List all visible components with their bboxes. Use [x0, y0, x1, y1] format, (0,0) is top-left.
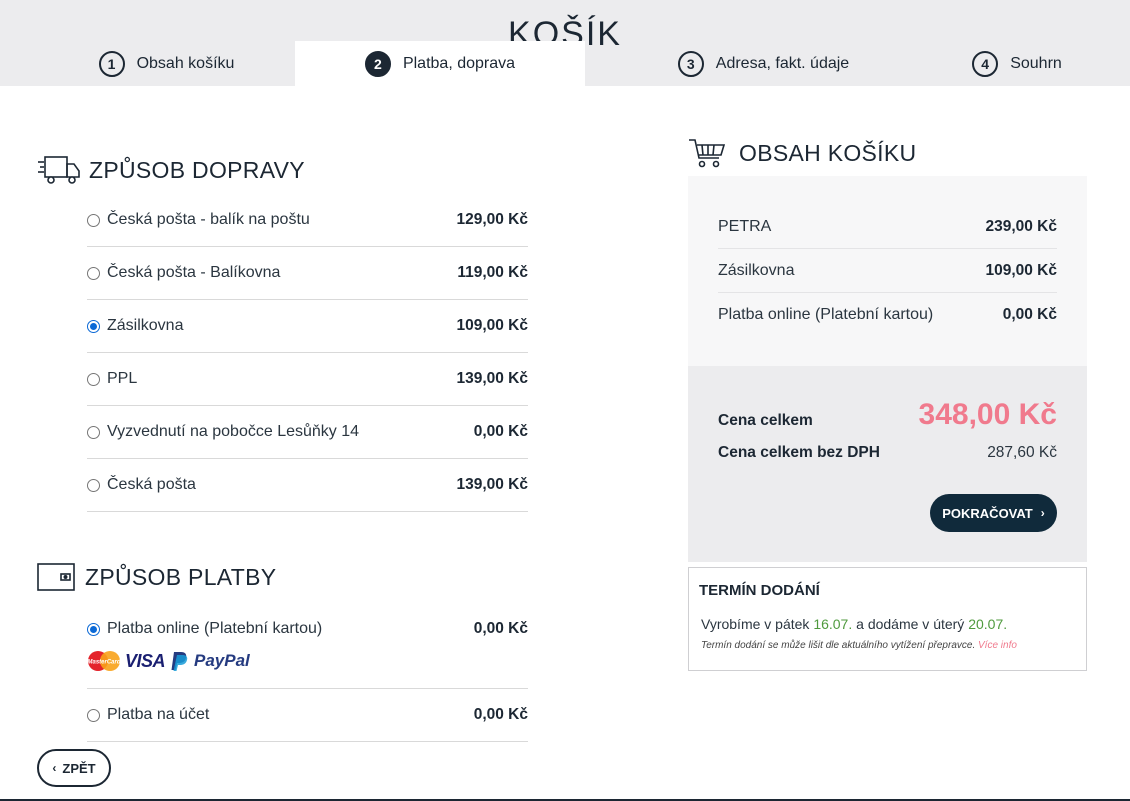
- option-label: Česká pošta: [107, 476, 196, 493]
- option-price: 139,00 Kč: [456, 476, 528, 493]
- delivery-note-text: Termín dodání se může lišit dle aktuální…: [701, 640, 978, 651]
- shopping-cart-icon: [689, 139, 726, 168]
- cart-heading: OBSAH KOŠÍKU: [688, 137, 916, 169]
- continue-button[interactable]: POKRAČOVAT ›: [930, 494, 1057, 532]
- option-price: 129,00 Kč: [456, 211, 528, 228]
- mastercard-logo-text: MasterCard: [87, 660, 120, 666]
- option-price: 109,00 Kč: [456, 317, 528, 334]
- step-number: 2: [364, 51, 391, 77]
- delivery-truck-icon: [38, 156, 80, 184]
- step-label: Platba, doprava: [402, 55, 516, 72]
- step-number: 4: [972, 51, 999, 77]
- paypal-p-icon: [171, 652, 188, 671]
- step-payment-shipping[interactable]: 2 Platba, doprava: [295, 41, 585, 86]
- cart-item: PETRA 239,00 Kč: [718, 205, 1057, 249]
- radio-button[interactable]: [87, 372, 100, 386]
- step-label: Adresa, fakt. údaje: [715, 55, 850, 72]
- delivery-text: a dodáme v úterý: [852, 616, 969, 632]
- cart-totals: Cena celkem 348,00 Kč Cena celkem bez DP…: [688, 366, 1087, 562]
- step-cart-contents[interactable]: 1 Obsah košíku: [38, 41, 295, 86]
- cart-item-label: Platba online (Platební kartou): [718, 306, 934, 323]
- cart-item: Zásilkovna 109,00 Kč: [718, 249, 1057, 293]
- payment-option-selected[interactable]: Platba online (Platební kartou) 0,00 Kč …: [87, 604, 528, 689]
- delivery-date: 20.07.: [968, 616, 1008, 632]
- net-total-label: Cena celkem bez DPH: [718, 444, 880, 461]
- cart-item: Platba online (Platební kartou) 0,00 Kč: [718, 293, 1057, 337]
- payment-options: Platba online (Platební kartou) 0,00 Kč …: [87, 604, 528, 742]
- option-label: Platba online (Platební kartou): [107, 620, 323, 637]
- payment-option[interactable]: Platba na účet 0,00 Kč: [87, 689, 528, 742]
- shipping-option[interactable]: Česká pošta - balík na poštu 129,00 Kč: [87, 194, 528, 247]
- back-button[interactable]: ‹ ZPĚT: [37, 749, 111, 787]
- delivery-text: Vyrobíme v pátek: [701, 616, 814, 632]
- shipping-heading: ZPŮSOB DOPRAVY: [37, 154, 305, 186]
- option-price: 139,00 Kč: [456, 370, 528, 387]
- back-button-label: ZPĚT: [62, 760, 96, 776]
- total-label: Cena celkem: [718, 412, 813, 429]
- option-label: Platba na účet: [107, 706, 210, 723]
- radio-button[interactable]: [87, 213, 100, 227]
- step-number: 1: [98, 51, 125, 77]
- radio-button-checked[interactable]: [87, 319, 100, 333]
- shipping-title: ZPŮSOB DOPRAVY: [89, 156, 305, 183]
- radio-button[interactable]: [87, 266, 100, 280]
- shipping-option-selected[interactable]: Zásilkovna 109,00 Kč: [87, 300, 528, 353]
- option-price: 0,00 Kč: [473, 423, 528, 440]
- cart-summary: PETRA 239,00 Kč Zásilkovna 109,00 Kč Pla…: [688, 176, 1087, 366]
- step-address-billing[interactable]: 3 Adresa, fakt. údaje: [585, 41, 942, 86]
- option-label: PPL: [107, 370, 138, 387]
- step-summary[interactable]: 4 Souhrn: [942, 41, 1092, 86]
- chevron-left-icon: ‹: [52, 761, 57, 775]
- delivery-note: Termín dodání se může lišit dle aktuální…: [701, 640, 1017, 651]
- radio-button-checked[interactable]: [87, 622, 100, 636]
- option-label: Česká pošta - Balíkovna: [107, 264, 281, 281]
- shipping-options: Česká pošta - balík na poštu 129,00 Kč Č…: [87, 194, 528, 512]
- option-price: 119,00 Kč: [457, 264, 528, 281]
- cart-item-price: 109,00 Kč: [985, 261, 1057, 279]
- payment-title: ZPŮSOB PLATBY: [85, 563, 277, 590]
- production-date: 16.07.: [813, 616, 853, 632]
- delivery-term-box: TERMÍN DODÁNÍ Vyrobíme v pátek 16.07. a …: [688, 567, 1087, 671]
- delivery-estimate: Vyrobíme v pátek 16.07. a dodáme v úterý…: [701, 616, 1007, 632]
- more-info-link[interactable]: Více info: [978, 640, 1017, 651]
- step-label: Souhrn: [1010, 55, 1062, 72]
- radio-button[interactable]: [87, 478, 100, 492]
- cart-item-label: Zásilkovna: [718, 261, 795, 279]
- shipping-option[interactable]: Česká pošta 139,00 Kč: [87, 459, 528, 512]
- cart-item-label: PETRA: [718, 217, 772, 235]
- paypal-logo-text: PayPal: [194, 651, 250, 670]
- option-label: Zásilkovna: [107, 317, 184, 334]
- net-total-price: 287,60 Kč: [987, 444, 1057, 461]
- chevron-right-icon: ›: [1040, 506, 1045, 520]
- wallet-icon: [37, 563, 75, 591]
- delivery-title: TERMÍN DODÁNÍ: [699, 582, 820, 599]
- payment-heading: ZPŮSOB PLATBY: [37, 562, 276, 592]
- cart-item-price: 0,00 Kč: [1002, 306, 1057, 323]
- radio-button[interactable]: [87, 708, 100, 722]
- payment-logos: MasterCard VISA PayPal: [87, 650, 250, 672]
- shipping-option[interactable]: PPL 139,00 Kč: [87, 353, 528, 406]
- cart-title: OBSAH KOŠÍKU: [739, 139, 917, 166]
- option-label: Vyzvednutí na pobočce Lesůňky 14: [107, 423, 360, 440]
- continue-button-label: POKRAČOVAT: [942, 505, 1033, 521]
- step-number: 3: [677, 51, 704, 77]
- checkout-steps: 1 Obsah košíku 2 Platba, doprava 3 Adres…: [38, 41, 1092, 86]
- total-price: 348,00 Kč: [918, 398, 1057, 431]
- shipping-option[interactable]: Vyzvednutí na pobočce Lesůňky 14 0,00 Kč: [87, 406, 528, 459]
- step-label: Obsah košíku: [136, 55, 235, 72]
- option-price: 0,00 Kč: [473, 706, 528, 723]
- visa-logo-icon: VISA: [125, 650, 166, 671]
- option-label: Česká pošta - balík na poštu: [107, 211, 310, 228]
- shipping-option[interactable]: Česká pošta - Balíkovna 119,00 Kč: [87, 247, 528, 300]
- cart-item-price: 239,00 Kč: [985, 217, 1057, 235]
- checkout-header: KOŠÍK 1 Obsah košíku 2 Platba, doprava 3…: [0, 0, 1130, 86]
- radio-button[interactable]: [87, 425, 100, 439]
- mastercard-logo-icon: MasterCard: [87, 651, 121, 671]
- option-price: 0,00 Kč: [473, 620, 528, 637]
